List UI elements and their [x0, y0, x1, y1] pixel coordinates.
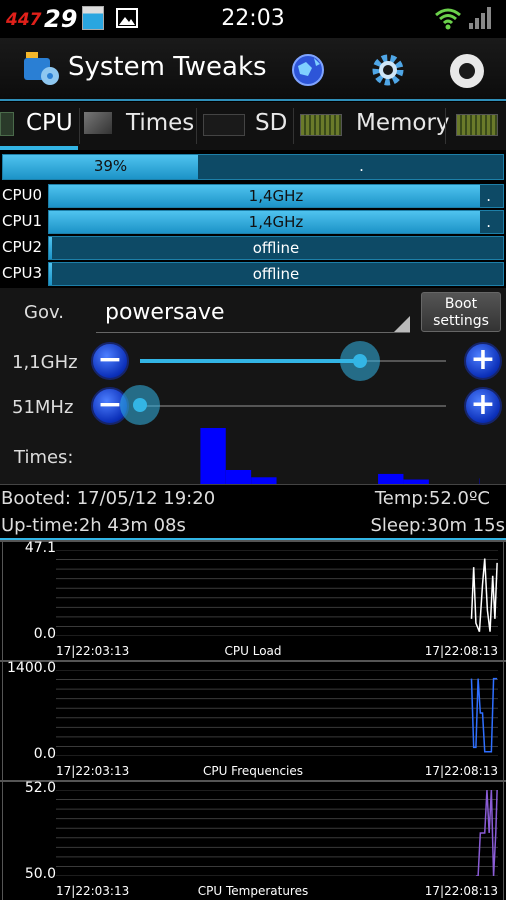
cpu-load-ymin: 0.0: [33, 626, 56, 642]
graph-trace: [475, 790, 498, 876]
action-bar: System Tweaks: [0, 38, 506, 101]
cpu3-bar: offline: [48, 262, 504, 286]
max-freq-label: 1,1GHz: [12, 352, 78, 373]
cpu3-status: offline: [252, 265, 300, 283]
cpu-load-ymax: 47.1: [24, 540, 56, 556]
tab-sd[interactable]: SD: [197, 102, 292, 150]
cpu-load-graph: 47.1 0.0 17|22:03:13 CPU Load 17|22:08:1…: [0, 540, 506, 660]
cpu0-freq: 1,4GHz: [248, 187, 304, 205]
times-histogram: [200, 428, 480, 484]
action-bar-divider: [0, 99, 506, 101]
booted-time: Booted: 17/05/12 19:20: [1, 488, 216, 509]
cpu-load-plot: [56, 550, 498, 636]
uptime: Up-time:2h 43m 08s: [1, 515, 186, 536]
tab-next[interactable]: [446, 102, 506, 150]
cpu-frequencies-graph: 1400.0 0.0 17|22:03:13 CPU Frequencies 1…: [0, 660, 506, 780]
max-freq-slider-dot: [353, 354, 368, 368]
cpu-freq-plot: [56, 670, 498, 756]
tab-times-icon: [84, 112, 112, 134]
tab-times-label: Times: [126, 110, 195, 136]
globe-icon[interactable]: [290, 52, 326, 88]
cpu0-label: CPU0: [2, 186, 43, 204]
cpu-temp-ymin: 50.0: [24, 866, 56, 882]
tab-cpu[interactable]: CPU: [0, 102, 78, 150]
app-title: System Tweaks: [68, 52, 267, 82]
cpu1-label: CPU1: [2, 212, 43, 230]
record-icon[interactable]: [448, 52, 486, 90]
tab-times[interactable]: Times: [80, 102, 195, 150]
tab-cpu-icon: [0, 112, 14, 136]
governor-label: Gov.: [24, 302, 64, 323]
cpu-load-end-time: 17|22:08:13: [424, 644, 498, 658]
cpu-freq-end-time: 17|22:08:13: [424, 764, 498, 778]
tab-sd-icon: [203, 114, 245, 136]
tab-memory[interactable]: Memory: [294, 102, 450, 150]
max-freq-increase-button[interactable]: +: [464, 342, 502, 380]
tab-sd-label: SD: [255, 110, 288, 136]
boot-settings-button[interactable]: Boot settings: [421, 292, 501, 332]
tab-cpu-label: CPU: [26, 110, 73, 136]
app-icon[interactable]: [20, 48, 62, 90]
max-freq-track-fill: [140, 359, 361, 363]
cpu2-label: CPU2: [2, 238, 43, 256]
plus-icon: +: [470, 342, 496, 377]
governor-select[interactable]: powersave: [96, 296, 410, 333]
clock: 22:03: [221, 6, 285, 31]
cpu-temp-ymax: 52.0: [24, 780, 56, 796]
max-freq-decrease-button[interactable]: −: [91, 342, 129, 380]
cpu0-bar: 1,4GHz .: [48, 184, 504, 208]
times-bar: [251, 477, 277, 484]
cpu-freq-ymax: 1400.0: [7, 660, 56, 676]
overall-load-mark: .: [359, 157, 364, 175]
tab-memory-icon: [300, 114, 342, 136]
cpu2-bar: offline: [48, 236, 504, 260]
times-label: Times:: [14, 447, 74, 468]
cpu3-label: CPU3: [2, 264, 43, 282]
min-freq-track: [140, 405, 446, 407]
dropdown-arrow-icon: [394, 316, 410, 332]
cpu1-bar: 1,4GHz .: [48, 210, 504, 234]
cpu1-freq: 1,4GHz: [248, 213, 304, 231]
cpu2-status: offline: [252, 239, 300, 257]
cpu-temperatures-graph: 52.0 50.0 17|22:03:13 CPU Temperatures 1…: [0, 780, 506, 900]
governor-value: powersave: [105, 300, 225, 325]
overall-load-label: 39%: [93, 157, 128, 175]
info-divider: [0, 484, 506, 485]
overall-load-bar: 39% .: [2, 154, 504, 180]
tab-memory-label: Memory: [356, 110, 450, 136]
gear-icon[interactable]: [370, 52, 406, 88]
cpu-temp-plot: [56, 790, 498, 876]
wifi-icon: [435, 8, 461, 30]
min-freq-increase-button[interactable]: +: [464, 387, 502, 425]
min-freq-label: 51MHz: [12, 397, 74, 418]
signal-icon: [469, 7, 491, 29]
min-freq-slider-thumb[interactable]: [120, 385, 160, 425]
cpu1-mark: .: [486, 213, 491, 231]
temperature: Temp:52.0ºC: [374, 488, 490, 509]
tab-bar: CPU Times SD Memory: [0, 102, 506, 150]
minus-icon: −: [97, 342, 123, 377]
tab-selected-indicator: [0, 146, 78, 150]
times-bar: [225, 470, 252, 484]
status-bar: 447 29 22:03: [0, 0, 506, 38]
cpu-temp-end-time: 17|22:08:13: [424, 884, 498, 898]
min-freq-slider-dot: [133, 398, 147, 412]
times-bar: [378, 473, 404, 484]
times-bar: [200, 428, 226, 484]
plus-icon: +: [470, 387, 496, 422]
cpu-freq-ymin: 0.0: [33, 746, 56, 762]
cpu0-mark: .: [486, 187, 491, 205]
sleep-time: Sleep:30m 15s: [370, 515, 505, 536]
tab-next-icon: [456, 114, 498, 136]
